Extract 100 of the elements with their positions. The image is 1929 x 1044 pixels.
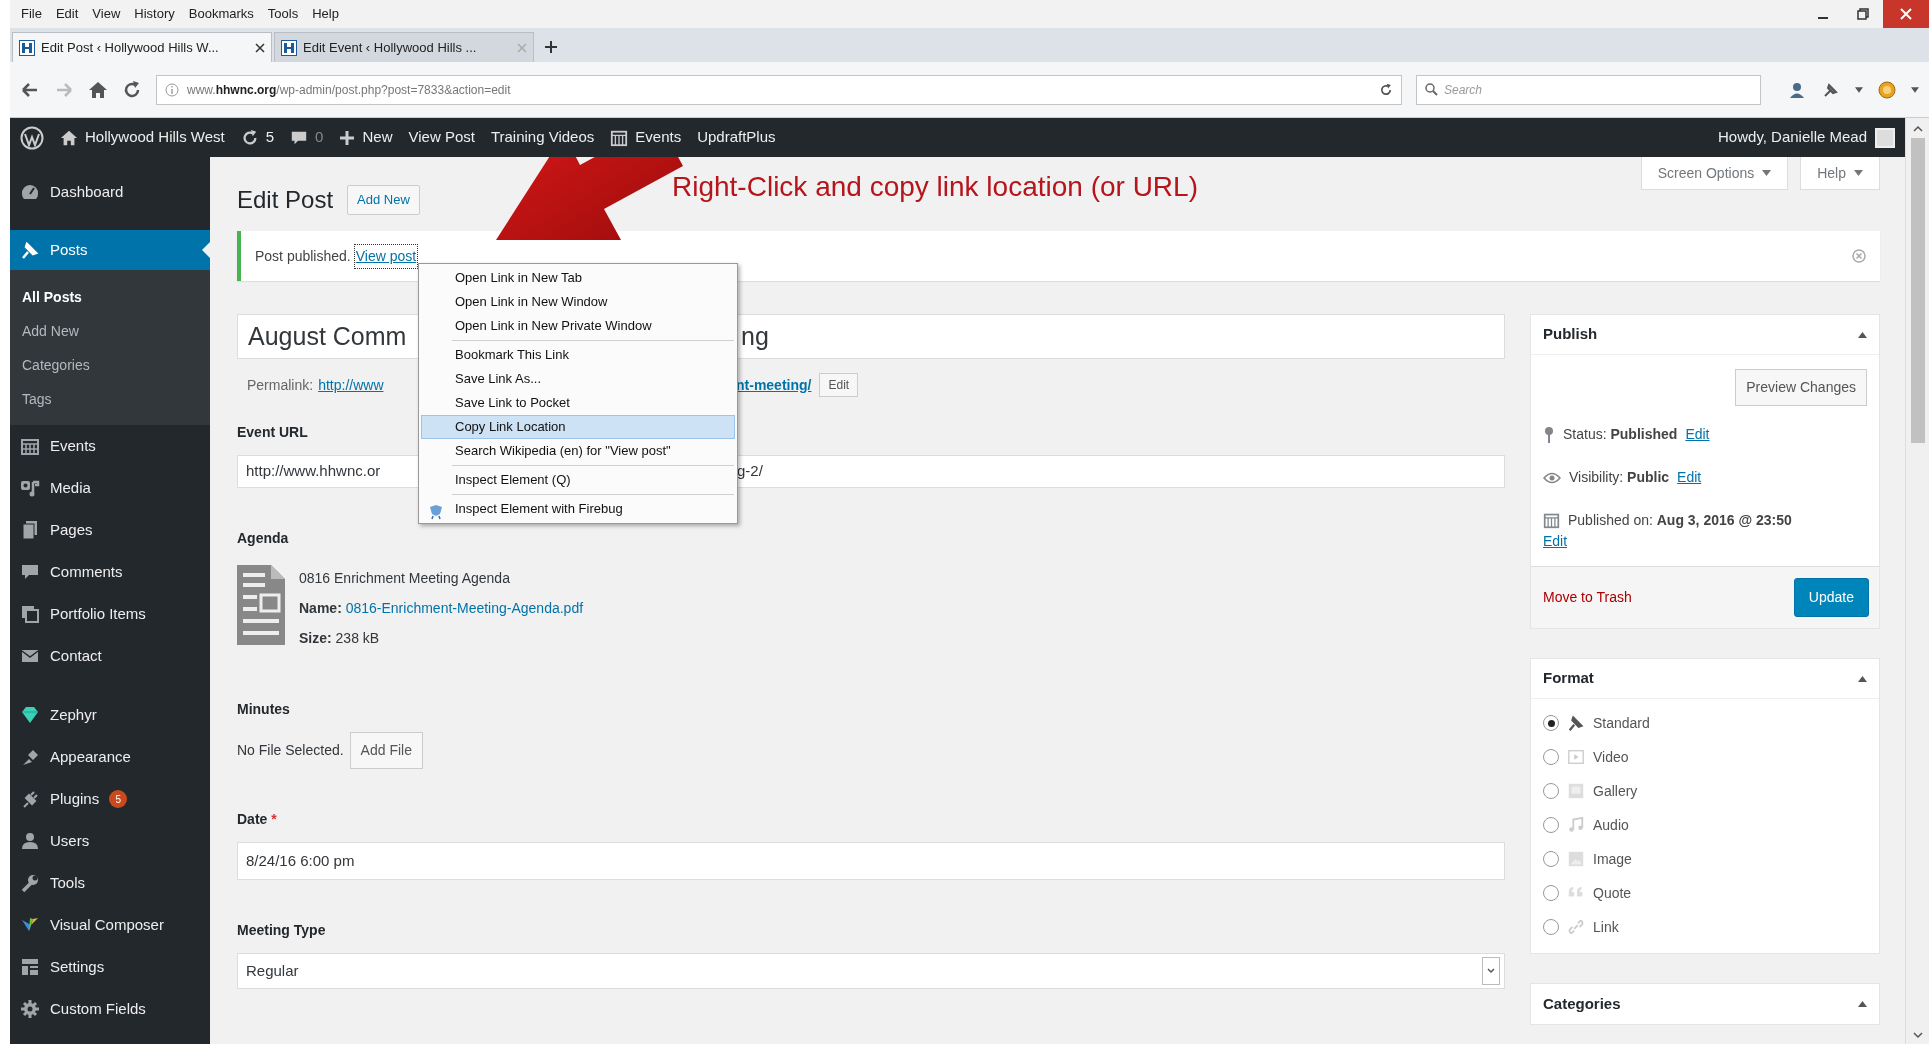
menu-item[interactable]: Bookmarks (181, 4, 261, 24)
menu-item[interactable]: History (127, 4, 182, 24)
refresh-icon (240, 128, 259, 147)
toolbar-link[interactable]: Events (610, 126, 682, 149)
sidebar-item[interactable]: Zephyr (10, 694, 210, 736)
edit-link[interactable]: Edit (1543, 531, 1568, 552)
address-bar[interactable]: www.hhwnc.org/wp-admin/post.php?post=7833&action=edit (156, 74, 1402, 105)
radio-label[interactable]: Image (1593, 848, 1632, 870)
file-link[interactable]: 0816-Enrichment-Meeting-Agenda.pdf (345, 600, 584, 616)
permalink-link[interactable]: nt-meeting/ (736, 374, 812, 396)
collapse-icon[interactable] (1858, 675, 1867, 682)
home-icon[interactable] (88, 79, 108, 100)
sidebar-item[interactable]: Tools (10, 862, 210, 904)
radio-label[interactable]: Link (1593, 916, 1619, 938)
edit-button[interactable]: Edit (819, 373, 859, 397)
radio-button[interactable] (1543, 749, 1559, 765)
sidebar-item[interactable]: Custom Fields (10, 988, 210, 1030)
permalink-link[interactable]: http://www (318, 374, 384, 396)
update-button[interactable]: Update (1793, 578, 1869, 617)
scrollbar[interactable] (1905, 118, 1929, 1044)
sidebar-item[interactable]: Dashboard (10, 171, 210, 213)
reload-icon[interactable] (1379, 82, 1393, 97)
caret-icon[interactable] (1911, 86, 1919, 93)
radio-label[interactable]: Audio (1593, 814, 1629, 836)
menu-item[interactable]: Save Link to Pocket (421, 391, 735, 415)
sidebar-item[interactable]: Comments (10, 551, 210, 593)
sidebar-item[interactable]: Visual Composer (10, 904, 210, 946)
field-label: Minutes (237, 700, 290, 719)
radio-button[interactable] (1543, 715, 1559, 731)
caret-icon[interactable] (1855, 86, 1863, 93)
sidebar-item[interactable]: Contact (10, 635, 210, 677)
preview-button[interactable]: Preview Changes (1735, 369, 1867, 406)
scroll-down-icon[interactable] (1912, 1030, 1923, 1040)
sidebar-item[interactable]: Pages (10, 509, 210, 551)
browser-tab[interactable]: Edit Post ‹ Hollywood Hills W... (12, 32, 272, 62)
toolbar-link[interactable]: New (339, 126, 393, 149)
scrollbar-thumb[interactable] (1910, 138, 1925, 443)
add-new-button[interactable]: Add New (347, 185, 420, 215)
menu-item[interactable]: Help (305, 4, 346, 24)
submenu-item[interactable]: Add New (10, 314, 210, 348)
scroll-up-icon[interactable] (1912, 124, 1923, 134)
menu-item[interactable]: Tools (260, 4, 306, 24)
eye-icon (1543, 471, 1561, 484)
date-field[interactable]: 8/24/16 6:00 pm (237, 842, 1505, 880)
addon-icon[interactable] (1877, 79, 1897, 100)
menu-item[interactable]: Copy Link Location (421, 415, 735, 439)
sidebar-item[interactable]: Events (10, 425, 210, 467)
radio-label[interactable]: Video (1593, 746, 1629, 768)
close-icon[interactable] (255, 42, 265, 53)
close-button[interactable] (1883, 0, 1929, 28)
radio-button[interactable] (1543, 783, 1559, 799)
select-field[interactable]: Regular (237, 953, 1505, 989)
help-tab[interactable]: Help (1800, 157, 1880, 190)
toolbar-link[interactable]: 5 (240, 126, 275, 149)
browser-tab[interactable]: Edit Event ‹ Hollywood Hills ... (274, 32, 534, 62)
trash-link[interactable]: Move to Trash (1543, 587, 1632, 608)
menu-item[interactable]: Open Link in New Tab (421, 266, 735, 290)
sidebar-item[interactable]: Plugins 5 (10, 778, 210, 820)
edit-link[interactable]: Edit (1685, 424, 1710, 445)
sidebar-item[interactable]: Users (10, 820, 210, 862)
menu-item[interactable]: Edit (48, 4, 86, 24)
menu-item[interactable]: File (14, 4, 49, 24)
home-icon (60, 128, 78, 147)
menu-item[interactable]: Open Link in New Window (421, 290, 735, 314)
collapse-icon[interactable] (1858, 1001, 1867, 1007)
radio-label[interactable]: Quote (1593, 882, 1632, 904)
radio-button[interactable] (1543, 851, 1559, 867)
panel-title: Format (1543, 668, 1594, 689)
sidebar-item[interactable]: Settings (10, 946, 210, 988)
toolbar-link[interactable]: UpdraftPlus (697, 126, 776, 149)
submenu-item[interactable]: Tags (10, 382, 210, 416)
collapse-icon[interactable] (1858, 331, 1867, 338)
sidebar-item[interactable]: Portfolio Items (10, 593, 210, 635)
menu-item[interactable]: View (85, 4, 128, 24)
view-post-link[interactable]: View post (355, 245, 417, 267)
toolbar-link[interactable]: 0 (290, 126, 324, 149)
radio-label[interactable]: Standard (1593, 712, 1650, 734)
sidebar-item[interactable]: Appearance (10, 736, 210, 778)
wordpress-logo[interactable] (20, 125, 44, 150)
toolbar-link[interactable]: Hollywood Hills West (60, 126, 225, 149)
radio-label[interactable]: Gallery (1593, 780, 1638, 802)
edit-link[interactable]: Edit (1677, 467, 1702, 488)
radio-button[interactable] (1543, 817, 1559, 833)
menu-item[interactable]: Save Link As... (421, 367, 735, 391)
reload-icon[interactable] (122, 79, 142, 100)
toolbar-link[interactable]: View Post (408, 126, 475, 149)
user-icon (20, 831, 40, 851)
account-link[interactable]: Howdy, Danielle Mead (1718, 126, 1895, 149)
submenu-item[interactable]: All Posts (10, 280, 210, 314)
sidebar-item[interactable]: Media (10, 467, 210, 509)
radio-button[interactable] (1543, 885, 1559, 901)
permalink-label: Permalink: (247, 375, 314, 395)
sidebar-item[interactable]: Posts (10, 230, 210, 270)
toolbar-link[interactable]: Training Videos (490, 126, 595, 149)
menu-item[interactable]: Open Link in New Private Window (421, 314, 735, 338)
tab-title: Edit Event ‹ Hollywood Hills ... (303, 38, 478, 57)
screen-options-tab[interactable]: Screen Options (1640, 157, 1789, 190)
submenu-item[interactable]: Categories (10, 348, 210, 382)
radio-button[interactable] (1543, 919, 1559, 935)
add-file-button[interactable]: Add File (349, 732, 423, 769)
